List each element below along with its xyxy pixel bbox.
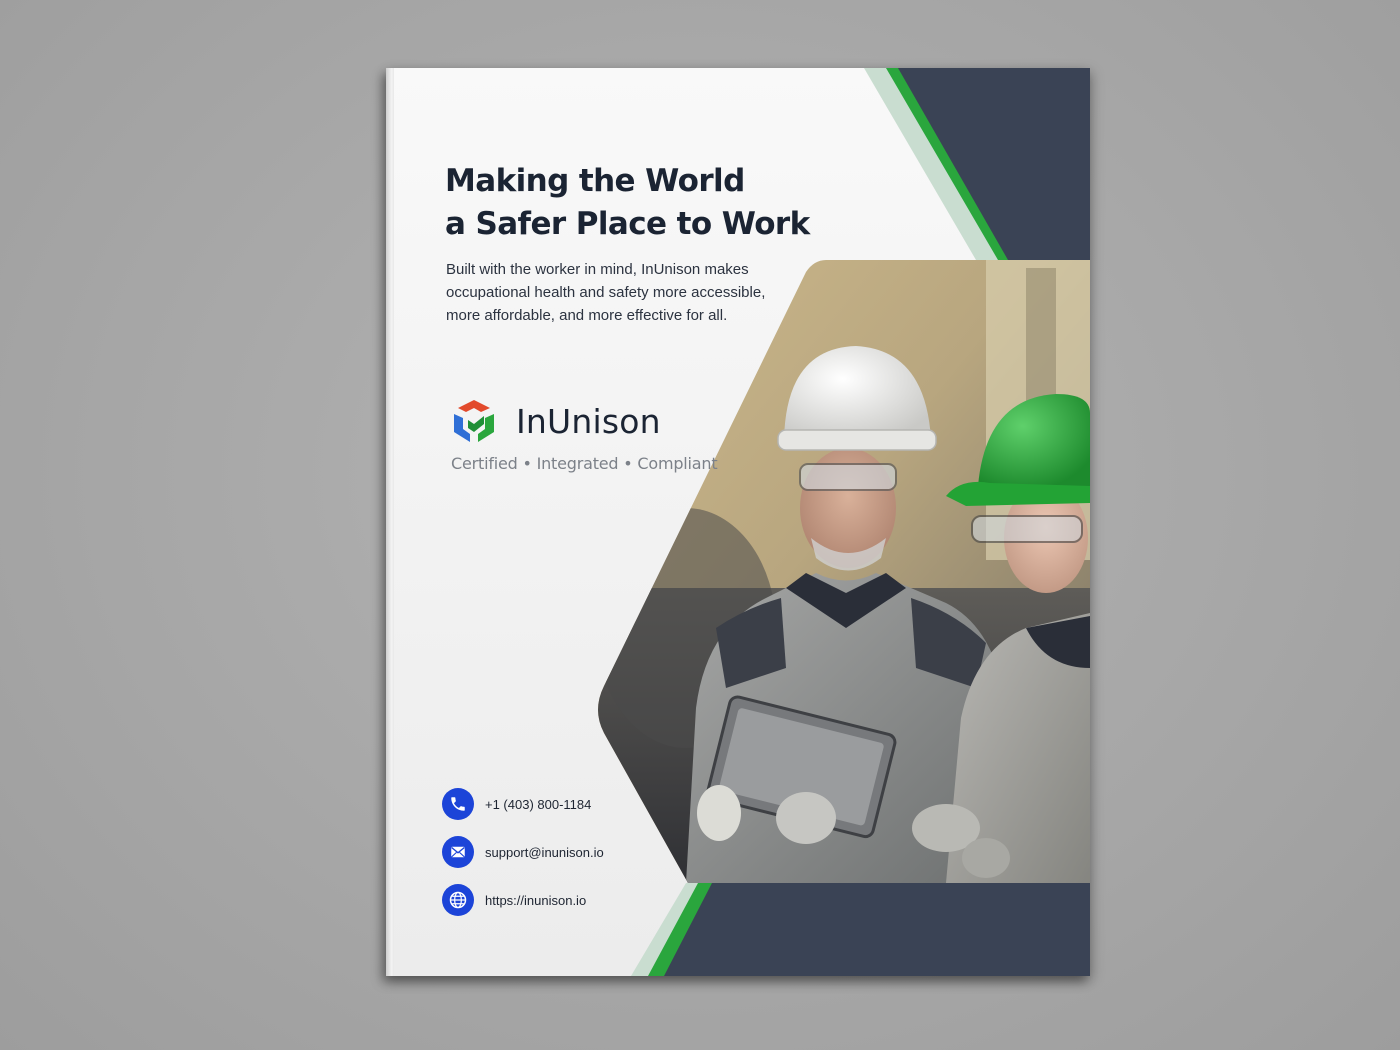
cover-headline: Making the World a Safer Place to Work: [445, 160, 810, 246]
headline-line-1: Making the World: [445, 163, 745, 199]
desk-background: Making the World a Safer Place to Work B…: [0, 0, 1400, 1050]
brochure-cover: Making the World a Safer Place to Work B…: [386, 68, 1090, 976]
website-url: https://inunison.io: [485, 892, 587, 908]
headline-line-2: a Safer Place to Work: [445, 206, 810, 242]
contact-email[interactable]: support@inunison.io: [442, 835, 604, 869]
contact-website[interactable]: https://inunison.io: [442, 883, 604, 917]
contact-phone[interactable]: +1 (403) 800-1184: [442, 787, 604, 821]
inunison-logo-icon: [454, 400, 494, 442]
phone-number: +1 (403) 800-1184: [485, 796, 592, 812]
mail-icon: [442, 836, 474, 868]
brand-tagline: Certified • Integrated • Compliant: [451, 454, 718, 473]
brand-name: InUnison: [516, 401, 661, 441]
phone-icon: [442, 788, 474, 820]
globe-icon: [442, 884, 474, 916]
brand-logo: InUnison: [450, 398, 661, 444]
contact-list: +1 (403) 800-1184 support@inunison.io ht…: [442, 787, 604, 931]
email-address: support@inunison.io: [485, 844, 604, 860]
intro-paragraph: Built with the worker in mind, InUnison …: [446, 261, 766, 324]
worker-photo: [598, 260, 1090, 883]
brochure-spine: [386, 68, 394, 976]
